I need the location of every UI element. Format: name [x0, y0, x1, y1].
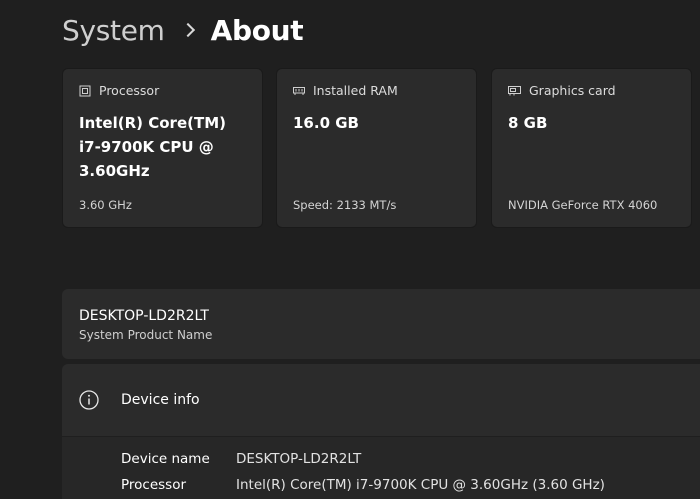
device-name-subtitle: System Product Name [79, 328, 213, 342]
spec-row-device-name: Device name DESKTOP-LD2R2LT [121, 451, 361, 467]
spec-row-processor: Processor Intel(R) Core(TM) i7-9700K CPU … [121, 477, 605, 493]
graphics-card: Graphics card 8 GB NVIDIA GeForce RTX 40… [491, 68, 692, 228]
graphics-card-icon [508, 86, 521, 96]
ram-card-value: 16.0 GB [293, 114, 359, 132]
graphics-card-title: Graphics card [529, 83, 616, 98]
ram-card: Installed RAM 16.0 GB Speed: 2133 MT/s [276, 68, 477, 228]
graphics-card-value: 8 GB [508, 114, 548, 132]
graphics-card-model: NVIDIA GeForce RTX 4060 [508, 198, 658, 212]
page-title: About [210, 13, 304, 47]
processor-icon [79, 85, 91, 96]
breadcrumb-system-link[interactable]: System [62, 14, 165, 47]
processor-card-speed: 3.60 GHz [79, 198, 132, 212]
spec-value: Intel(R) Core(TM) i7-9700K CPU @ 3.60GHz… [236, 477, 605, 493]
chevron-right-icon [180, 22, 195, 38]
ram-card-header: Installed RAM [293, 83, 398, 98]
device-info-expander[interactable]: Device info [62, 364, 700, 436]
spec-label: Processor [121, 477, 187, 493]
graphics-card-header: Graphics card [508, 83, 616, 98]
spec-value: DESKTOP-LD2R2LT [236, 451, 362, 467]
info-icon [79, 390, 99, 410]
processor-card-header: Processor [79, 83, 159, 98]
ram-card-title: Installed RAM [313, 83, 398, 98]
device-name-panel: DESKTOP-LD2R2LT System Product Name [62, 289, 700, 359]
ram-icon [293, 86, 305, 95]
processor-card-value: Intel(R) Core(TM) i7-9700K CPU @ 3.60GHz [79, 114, 226, 180]
device-info-title: Device info [121, 392, 200, 408]
device-info-body: Device name DESKTOP-LD2R2LT Processor Inte… [62, 437, 700, 499]
device-name-title: DESKTOP-LD2R2LT [79, 308, 209, 324]
processor-card-title: Processor [99, 83, 160, 98]
processor-card: Processor Intel(R) Core(TM) i7-9700K CPU… [62, 68, 263, 228]
breadcrumb: System About [62, 8, 304, 52]
spec-label: Device name [121, 451, 210, 467]
ram-card-speed: Speed: 2133 MT/s [293, 198, 397, 212]
